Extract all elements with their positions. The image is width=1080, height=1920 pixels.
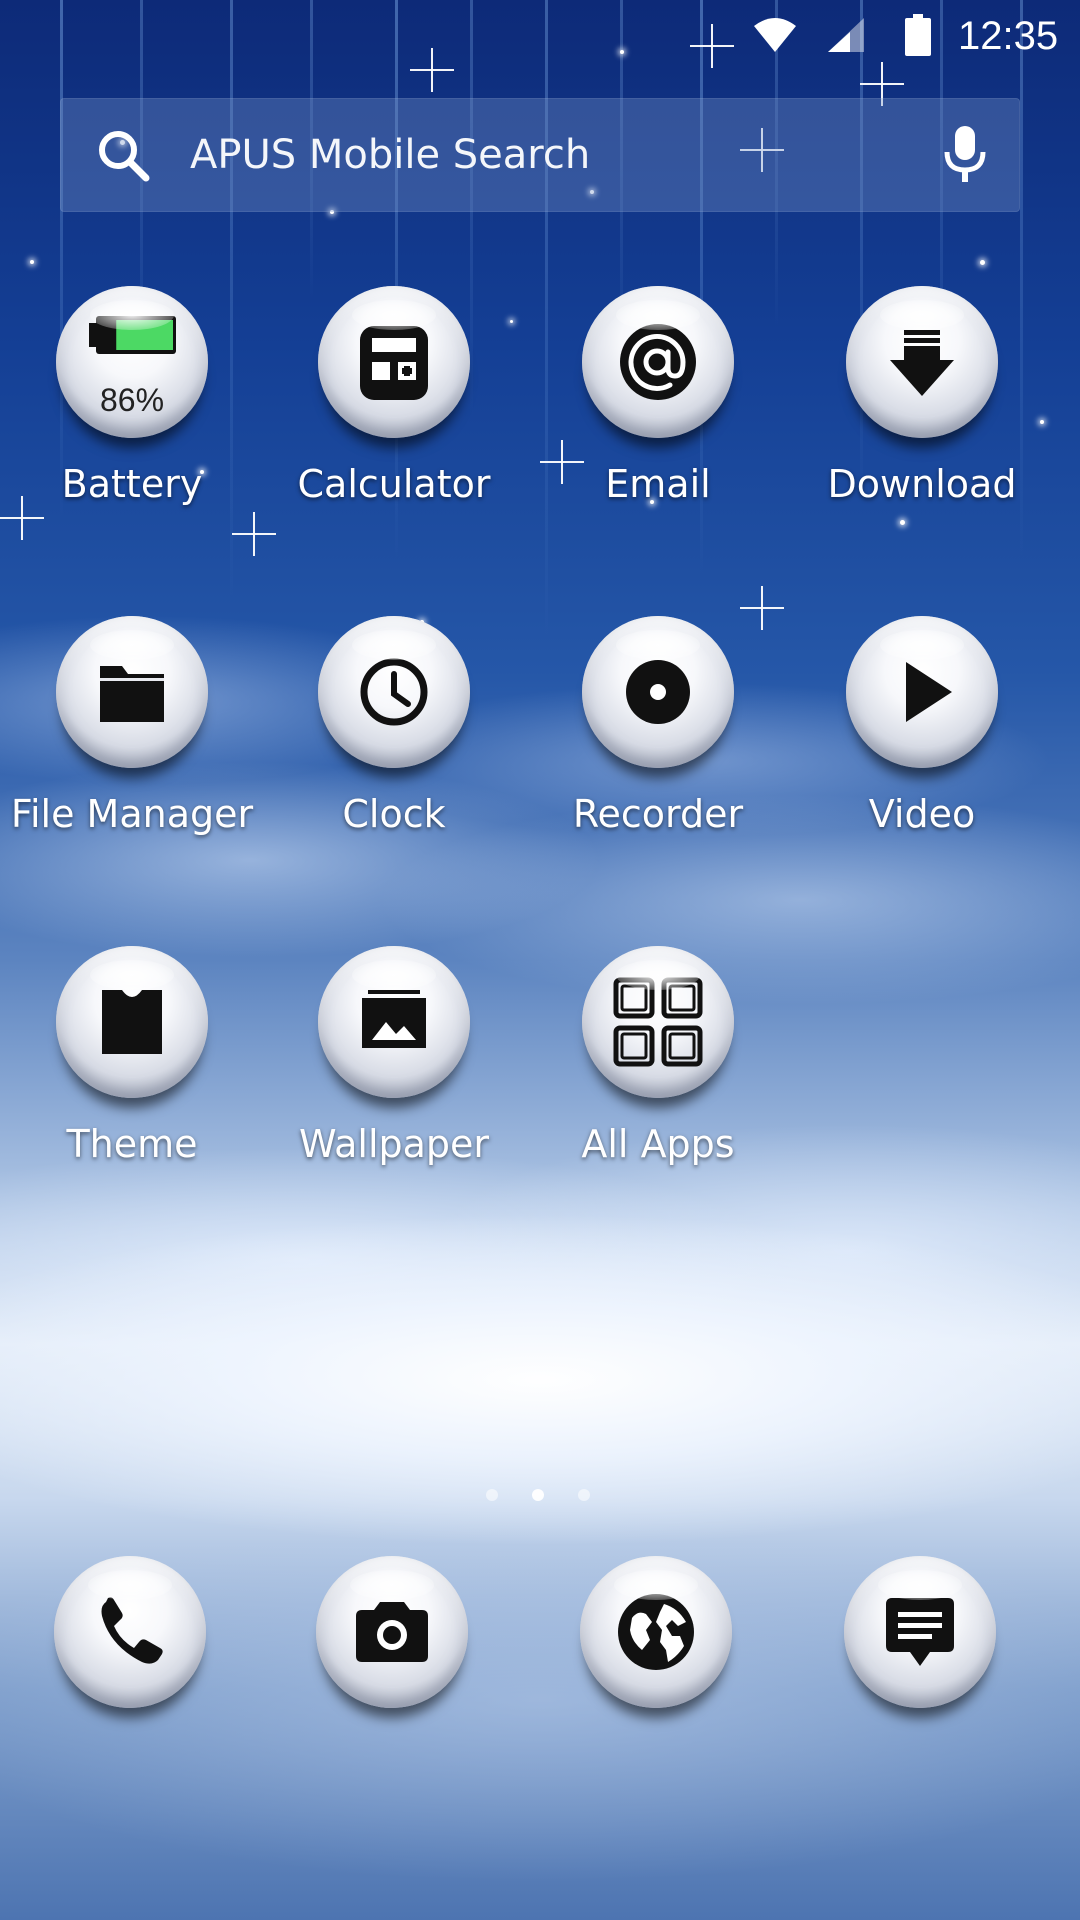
app-orb	[54, 1556, 206, 1708]
app-download[interactable]: Download	[790, 286, 1054, 508]
app-label: Download	[827, 462, 1017, 506]
page-dot-active[interactable]	[532, 1489, 544, 1501]
mic-icon[interactable]	[940, 124, 990, 186]
shirt-icon	[102, 990, 162, 1054]
phone-icon	[101, 1597, 163, 1664]
page-dot[interactable]	[486, 1489, 498, 1501]
battery-percent: 86%	[99, 382, 165, 418]
app-theme[interactable]: Theme	[0, 946, 264, 1168]
app-label: Recorder	[572, 792, 744, 836]
page-dot[interactable]	[578, 1489, 590, 1501]
app-label: Battery	[61, 462, 203, 506]
app-orb	[56, 616, 208, 768]
app-battery[interactable]: 86% Battery	[0, 286, 264, 508]
calculator-icon	[360, 326, 428, 400]
dock-messages[interactable]	[844, 1556, 996, 1708]
search-input[interactable]: APUS Mobile Search	[190, 128, 590, 182]
search-icon[interactable]	[96, 128, 150, 182]
page-indicator[interactable]	[486, 1489, 594, 1503]
globe-icon	[618, 1594, 694, 1670]
status-bar: 12:35	[0, 0, 1080, 72]
app-orb	[318, 616, 470, 768]
app-email[interactable]: Email	[526, 286, 790, 508]
app-all-apps[interactable]: All Apps	[526, 946, 790, 1168]
image-stack-icon	[362, 990, 426, 1048]
cell-signal-icon	[828, 18, 864, 52]
app-orb	[846, 286, 998, 438]
grid-apps-icon	[613, 977, 703, 1067]
app-calculator[interactable]: Calculator	[262, 286, 526, 508]
app-label: File Manager	[10, 792, 254, 836]
search-bar[interactable]: APUS Mobile Search	[60, 98, 1020, 212]
wifi-icon	[754, 18, 796, 52]
folder-icon	[100, 666, 164, 722]
app-clock[interactable]: Clock	[262, 616, 526, 838]
app-orb	[318, 946, 470, 1098]
app-wallpaper[interactable]: Wallpaper	[262, 946, 526, 1168]
app-label: Video	[868, 792, 976, 836]
clock-icon	[360, 658, 428, 726]
app-label: Theme	[66, 1122, 198, 1166]
play-icon	[906, 662, 952, 722]
message-icon	[886, 1598, 954, 1666]
dock-camera[interactable]	[316, 1556, 468, 1708]
app-label: Clock	[342, 792, 446, 836]
app-orb: 86%	[56, 286, 208, 438]
app-orb	[56, 946, 208, 1098]
app-orb	[846, 616, 998, 768]
app-label: Email	[605, 462, 711, 506]
dock-browser[interactable]	[580, 1556, 732, 1708]
dock-phone[interactable]	[54, 1556, 206, 1708]
app-label: Wallpaper	[298, 1122, 490, 1166]
app-orb	[580, 1556, 732, 1708]
app-video[interactable]: Video	[790, 616, 1054, 838]
app-orb	[844, 1556, 996, 1708]
app-orb	[582, 286, 734, 438]
app-file-manager[interactable]: File Manager	[0, 616, 264, 838]
app-label: All Apps	[581, 1122, 735, 1166]
camera-icon	[356, 1602, 428, 1662]
download-arrow-icon	[890, 330, 954, 396]
app-orb	[318, 286, 470, 438]
app-orb	[316, 1556, 468, 1708]
status-time: 12:35	[958, 14, 1059, 58]
battery-status-icon	[905, 14, 931, 56]
app-label: Calculator	[297, 462, 491, 506]
app-recorder[interactable]: Recorder	[526, 616, 790, 838]
at-sign-icon	[620, 324, 696, 400]
app-orb	[582, 616, 734, 768]
record-icon	[626, 660, 690, 724]
app-orb	[582, 946, 734, 1098]
